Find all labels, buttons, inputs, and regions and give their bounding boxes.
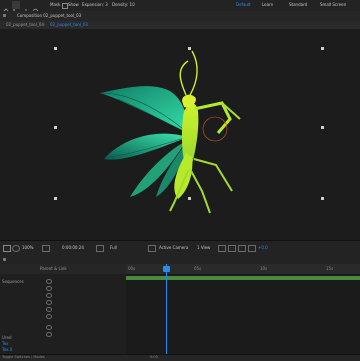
workspace-default[interactable]: Default (236, 3, 251, 7)
resolution-dropdown[interactable]: Full (110, 246, 117, 250)
ruler-mark: 00s (128, 266, 136, 271)
layer-name[interactable]: Ured (2, 336, 11, 340)
graph-editor-icon[interactable] (92, 266, 98, 280)
draft-3d-icon[interactable] (110, 266, 116, 281)
zoom-tool-icon[interactable] (32, 1, 40, 16)
color-icon[interactable] (12, 245, 20, 252)
layer-duration-bar[interactable] (126, 276, 360, 280)
selection-tool-icon[interactable] (12, 1, 20, 16)
visibility-icon[interactable] (46, 279, 52, 284)
grid-icon[interactable] (42, 245, 50, 252)
chevron-right-icon: › (44, 22, 46, 27)
playhead-handle[interactable] (163, 266, 170, 272)
comp-flowchart-icon[interactable] (100, 266, 106, 281)
layer-list: Sequences Ured Tex Tex.X (0, 274, 126, 354)
transform-handle[interactable] (54, 47, 57, 50)
snapshot-icon[interactable] (3, 245, 11, 252)
zoom-dropdown[interactable]: 100% (22, 246, 33, 250)
composition-viewer[interactable] (0, 29, 360, 240)
visibility-icon[interactable] (46, 307, 52, 312)
transform-handle[interactable] (321, 47, 324, 50)
visibility-icon[interactable] (46, 332, 52, 337)
transparency-grid-icon[interactable] (238, 245, 246, 252)
frame-blend-icon[interactable] (76, 266, 82, 281)
composition-icon (9, 13, 14, 28)
layer-name[interactable]: Tex.X (2, 348, 13, 352)
mask-label: Mask (50, 2, 61, 7)
exposure-value[interactable]: +0.0 (258, 246, 268, 250)
ruler-mark: 15s (326, 266, 334, 271)
expansion-label[interactable]: Expansion: 3 (82, 3, 108, 7)
composition-panel-header: Composition 02_puppet_tool_03 (0, 11, 360, 28)
mantis-illustration[interactable] (90, 41, 260, 221)
toggle-switches-modes[interactable]: Toggle Switches / Modes (2, 355, 45, 360)
show-label: Show (68, 2, 79, 7)
workspace-small-screen[interactable]: Small Screen (320, 3, 346, 7)
visibility-icon[interactable] (46, 314, 52, 319)
motion-blur-icon[interactable] (84, 266, 90, 280)
visibility-icon[interactable] (46, 300, 52, 305)
camera-icon[interactable] (96, 245, 104, 252)
home-icon[interactable] (2, 1, 10, 16)
panel-title[interactable]: Composition 02_puppet_tool_03 (17, 14, 81, 18)
breadcrumb-root[interactable]: 02_puppet_tool_04 (6, 23, 44, 27)
ruler-mark: 05s (194, 266, 202, 271)
track-area[interactable] (126, 274, 360, 354)
close-icon[interactable] (3, 14, 6, 17)
camera-dropdown[interactable]: Active Camera (159, 246, 188, 250)
viewer-footer: 100% 0:00:00:24 Full Active Camera 1 Vie… (0, 240, 360, 256)
transform-handle[interactable] (321, 197, 324, 200)
visibility-icon[interactable] (46, 293, 52, 298)
timecode[interactable]: 0:00:00:24 (62, 246, 84, 250)
hand-tool-icon[interactable] (22, 1, 30, 15)
shy-icon[interactable] (66, 266, 72, 281)
layer-name[interactable]: Tex (2, 342, 9, 346)
transform-handle[interactable] (54, 126, 57, 129)
source-name-header[interactable]: Parent & Link (40, 267, 67, 271)
3d-view-icon[interactable] (248, 245, 256, 252)
layer-name[interactable]: Sequences (2, 280, 24, 284)
status-time: 0:00 (150, 355, 158, 359)
fast-preview-icon[interactable] (228, 245, 236, 252)
reset-exposure-icon[interactable] (218, 245, 226, 252)
breadcrumb-current[interactable]: 02_puppet_tool_03 (50, 23, 88, 27)
roi-icon[interactable] (148, 245, 156, 252)
views-dropdown[interactable]: 1 View (197, 246, 210, 250)
visibility-icon[interactable] (46, 325, 52, 330)
workspace-learn[interactable]: Learn (262, 3, 273, 7)
current-time-indicator[interactable] (166, 264, 167, 354)
density-label[interactable]: Density: 10 (112, 3, 135, 7)
workspace-standard[interactable]: Standard (289, 3, 307, 7)
ruler-mark: 10s (260, 266, 268, 271)
close-icon[interactable] (3, 258, 6, 261)
visibility-icon[interactable] (46, 286, 52, 291)
transform-handle[interactable] (54, 197, 57, 200)
transform-handle[interactable] (321, 126, 324, 129)
